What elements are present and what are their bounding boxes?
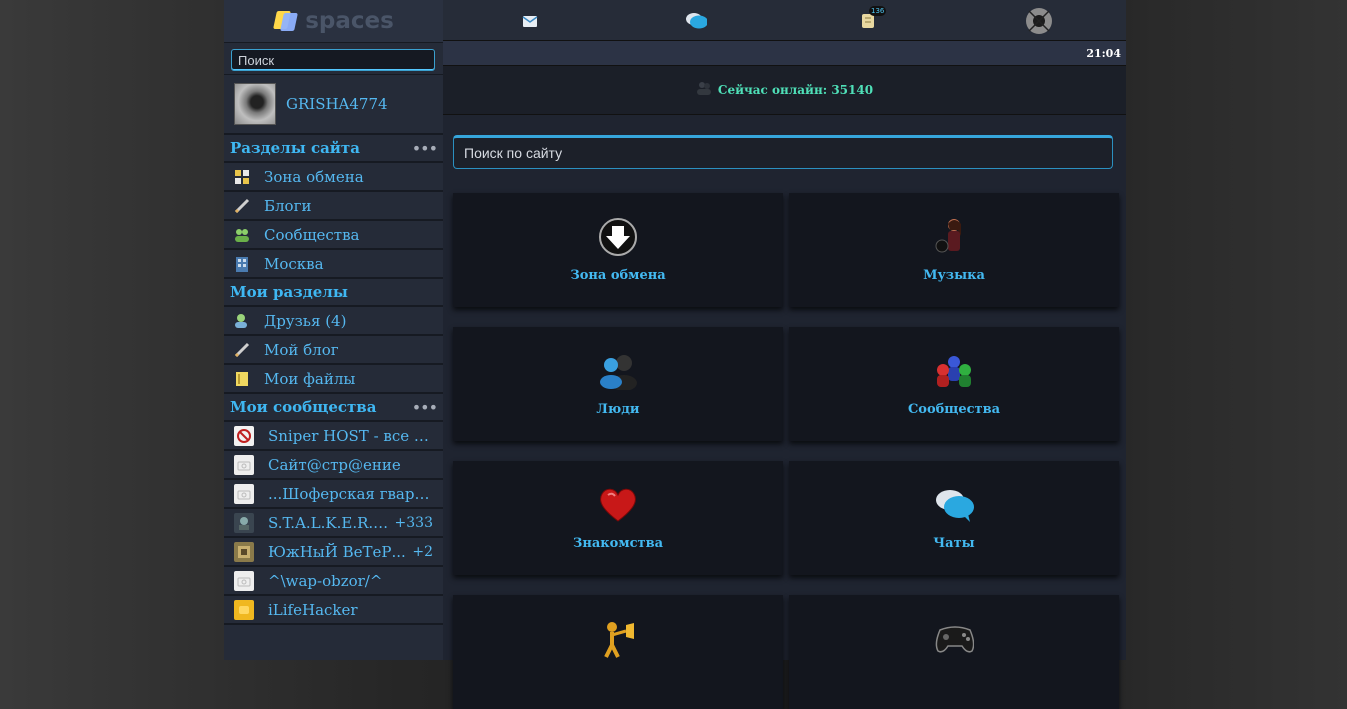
mail-icon[interactable] — [519, 10, 541, 32]
logo[interactable]: spaces — [224, 0, 443, 43]
sidebar-item-exchange[interactable]: Зона обмена — [224, 163, 443, 192]
sidebar-search — [224, 43, 443, 75]
section-title: Мои сообщества — [230, 398, 377, 416]
people-icon — [598, 351, 638, 391]
community-item[interactable]: ^\wap-obzor/^ — [224, 567, 443, 596]
community-label: S.T.A.L.K.E.R. ... — [268, 513, 389, 532]
tile-people[interactable]: Люди — [453, 327, 783, 441]
camera-placeholder-icon — [234, 454, 254, 475]
top-navigation: 136 — [443, 0, 1126, 41]
tile-label: Музыка — [923, 268, 985, 283]
heart-icon — [598, 485, 638, 525]
community-item[interactable]: Sniper HOST - все дл... — [224, 422, 443, 451]
lifehacker-icon — [234, 599, 254, 620]
notification-count-badge: 136 — [869, 6, 887, 16]
pen-icon — [234, 198, 250, 214]
tile-music[interactable]: Музыка — [789, 193, 1119, 307]
trumpet-figure-icon — [598, 619, 638, 659]
community-item[interactable]: iLifeHacker — [224, 596, 443, 625]
sidebar-item-label: Друзья (4) — [264, 311, 347, 330]
username[interactable]: GRISHA4774 — [286, 95, 388, 113]
online-users-icon — [696, 80, 712, 100]
community-label: ^\wap-obzor/^ — [268, 571, 383, 590]
avatar[interactable] — [1025, 7, 1053, 35]
community-label: Sniper HOST - все дл... — [268, 426, 433, 445]
unread-badge: +333 — [394, 514, 433, 531]
logo-text: spaces — [305, 8, 394, 34]
sidebar: spaces GRISHA4774 Разделы сайта ••• Зона… — [224, 0, 443, 660]
section-header-my: Мои разделы — [224, 279, 443, 307]
online-bar[interactable]: Сейчас онлайн: 35140 — [443, 66, 1126, 115]
sidebar-item-communities[interactable]: Сообщества — [224, 221, 443, 250]
gamepad-icon — [934, 619, 974, 659]
sidebar-item-label: Мои файлы — [264, 369, 356, 388]
wind-icon — [234, 541, 254, 562]
tile-label: Знакомства — [572, 536, 664, 551]
sidebar-item-label: Зона обмена — [264, 167, 364, 186]
sidebar-item-label: Блоги — [264, 196, 312, 215]
tile-exchange[interactable]: Зона обмена — [453, 193, 783, 307]
tile-label: Люди — [596, 402, 640, 417]
section-title: Мои разделы — [230, 283, 348, 301]
group-icon — [234, 227, 250, 243]
sidebar-item-label: Мой блог — [264, 340, 339, 359]
tile-entertainment[interactable] — [453, 595, 783, 709]
no-sign-icon — [234, 425, 254, 446]
user-profile-link[interactable]: GRISHA4774 — [224, 75, 443, 135]
unread-badge: +2 — [412, 543, 433, 560]
community-label: ЮжНыЙ ВеТеР... — [268, 542, 406, 561]
logo-mark-icon — [273, 10, 299, 32]
community-item[interactable]: Сайт@стр@ение — [224, 451, 443, 480]
sidebar-search-input[interactable] — [231, 49, 435, 71]
online-count: Сейчас онлайн: 35140 — [717, 83, 874, 97]
communities-icon — [934, 351, 974, 391]
tile-chats[interactable]: Чаты — [789, 461, 1119, 575]
community-item[interactable]: S.T.A.L.K.E.R. ... +333 — [224, 509, 443, 538]
app-frame: spaces GRISHA4774 Разделы сайта ••• Зона… — [224, 0, 1126, 709]
community-item[interactable]: ...Шоферская гварди... — [224, 480, 443, 509]
clock-time: 21:04 — [1086, 47, 1121, 60]
site-search — [443, 115, 1126, 169]
more-icon[interactable]: ••• — [412, 398, 438, 417]
sidebar-item-friends[interactable]: Друзья (4) — [224, 307, 443, 336]
tile-communities[interactable]: Сообщества — [789, 327, 1119, 441]
stalker-icon — [234, 512, 254, 533]
sidebar-item-my-files[interactable]: Мои файлы — [224, 365, 443, 394]
section-header-communities: Мои сообщества ••• — [224, 394, 443, 422]
avatar[interactable] — [234, 83, 276, 125]
main-content: 136 21:04 Сейчас онлайн: 35140 Зона обме… — [443, 0, 1126, 709]
download-icon — [598, 217, 638, 257]
site-search-input[interactable] — [453, 135, 1113, 169]
tile-games[interactable] — [789, 595, 1119, 709]
section-header-site: Разделы сайта ••• — [224, 135, 443, 163]
sidebar-item-label: Москва — [264, 254, 324, 273]
tile-label: Зона обмена — [570, 268, 666, 283]
building-icon — [234, 256, 250, 272]
tile-dating[interactable]: Знакомства — [453, 461, 783, 575]
community-label: ...Шоферская гварди... — [268, 484, 433, 503]
community-label: iLifeHacker — [268, 600, 358, 619]
sidebar-item-blogs[interactable]: Блоги — [224, 192, 443, 221]
chat-icon[interactable] — [685, 10, 707, 32]
chat-bubbles-icon — [934, 485, 974, 525]
more-icon[interactable]: ••• — [412, 139, 438, 158]
files-icon — [234, 371, 250, 387]
music-icon — [934, 217, 974, 257]
friends-icon — [234, 313, 250, 329]
time-bar: 21:04 — [443, 41, 1126, 66]
sidebar-item-moscow[interactable]: Москва — [224, 250, 443, 279]
community-item[interactable]: ЮжНыЙ ВеТеР... +2 — [224, 538, 443, 567]
tile-label: Сообщества — [907, 402, 1001, 417]
section-title: Разделы сайта — [230, 139, 360, 157]
camera-placeholder-icon — [234, 570, 254, 591]
grid-icon — [234, 169, 250, 185]
camera-placeholder-icon — [234, 483, 254, 504]
pen-icon — [234, 342, 250, 358]
sidebar-item-label: Сообщества — [264, 225, 360, 244]
tile-label: Чаты — [933, 536, 975, 551]
sidebar-item-my-blog[interactable]: Мой блог — [224, 336, 443, 365]
community-label: Сайт@стр@ение — [268, 455, 401, 474]
